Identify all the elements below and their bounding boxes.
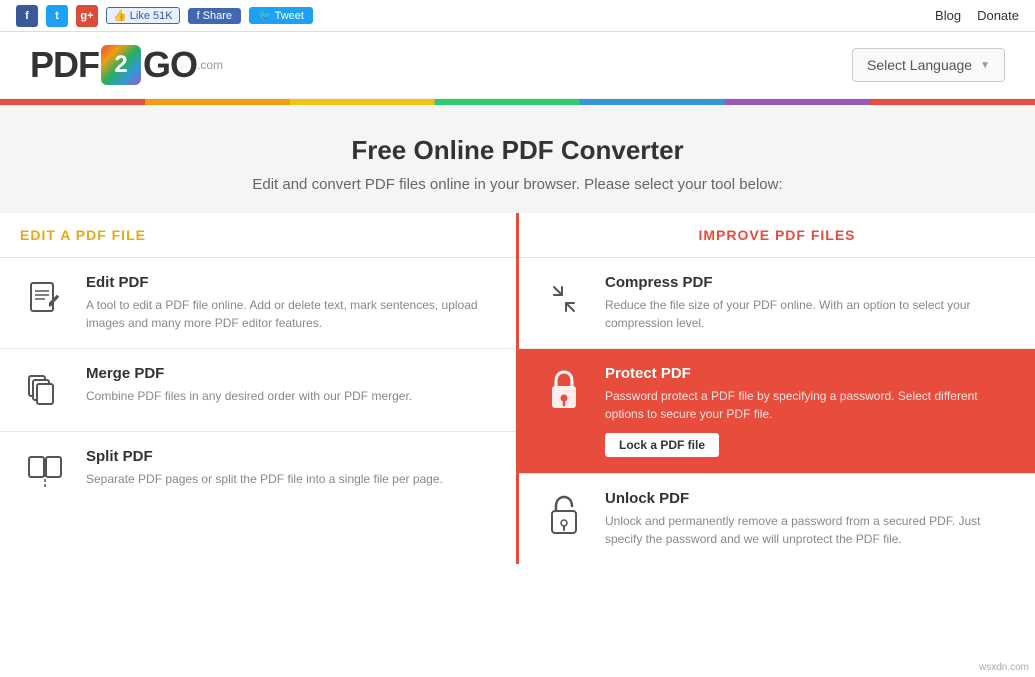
logo-number: 2 [101, 45, 141, 85]
logo: PDF 2 GO.com [30, 44, 223, 86]
select-language-button[interactable]: Select Language ▼ [852, 48, 1005, 82]
header: PDF 2 GO.com Select Language ▼ [0, 32, 1035, 99]
split-pdf-text: Split PDF Separate PDF pages or split th… [86, 448, 443, 488]
edit-pdf-header: EDIT A PDF FILE [0, 213, 516, 257]
logo-pdf-text: PDF [30, 44, 99, 86]
select-language-label: Select Language [867, 57, 972, 73]
googleplus-icon[interactable]: g+ [76, 5, 98, 27]
split-pdf-desc: Separate PDF pages or split the PDF file… [86, 470, 443, 488]
top-bar: f t g+ 👍 Like 51K f Share 🐦 Tweet Blog D… [0, 0, 1035, 32]
edit-pdf-text: Edit PDF A tool to edit a PDF file onlin… [86, 274, 496, 332]
compress-pdf-item[interactable]: Compress PDF Reduce the file size of you… [519, 257, 1035, 348]
compress-pdf-title: Compress PDF [605, 274, 1015, 291]
compress-pdf-desc: Reduce the file size of your PDF online.… [605, 296, 1015, 332]
hero-section: Free Online PDF Converter Edit and conve… [0, 105, 1035, 213]
protect-pdf-item[interactable]: Protect PDF Password protect a PDF file … [519, 348, 1035, 473]
twitter-tweet-button[interactable]: 🐦 Tweet [249, 7, 313, 24]
protect-pdf-text: Protect PDF Password protect a PDF file … [605, 365, 1015, 457]
hero-title: Free Online PDF Converter [20, 135, 1015, 166]
facebook-like-button[interactable]: 👍 Like 51K [106, 7, 180, 24]
donate-link[interactable]: Donate [977, 8, 1019, 23]
merge-pdf-item[interactable]: Merge PDF Combine PDF files in any desir… [0, 348, 516, 431]
twitter-tweet-label: 🐦 Tweet [258, 9, 304, 22]
edit-pdf-column: EDIT A PDF FILE Edit PDF A tool to edit … [0, 213, 519, 564]
unlock-pdf-title: Unlock PDF [605, 490, 1015, 507]
unlock-pdf-icon [539, 490, 589, 540]
unlock-pdf-text: Unlock PDF Unlock and permanently remove… [605, 490, 1015, 548]
edit-pdf-title: Edit PDF [86, 274, 496, 291]
logo-go-text: GO [143, 44, 197, 86]
main-content: EDIT A PDF FILE Edit PDF A tool to edit … [0, 213, 1035, 564]
edit-pdf-icon [20, 274, 70, 324]
edit-pdf-item[interactable]: Edit PDF A tool to edit a PDF file onlin… [0, 257, 516, 348]
twitter-icon[interactable]: t [46, 5, 68, 27]
split-pdf-title: Split PDF [86, 448, 443, 465]
split-pdf-icon [20, 448, 70, 498]
lock-pdf-button[interactable]: Lock a PDF file [605, 433, 719, 457]
blog-link[interactable]: Blog [935, 8, 961, 23]
social-buttons: f t g+ 👍 Like 51K f Share 🐦 Tweet [16, 5, 313, 27]
split-pdf-item[interactable]: Split PDF Separate PDF pages or split th… [0, 431, 516, 514]
protect-pdf-desc: Password protect a PDF file by specifyin… [605, 387, 1015, 423]
protect-pdf-icon [539, 365, 589, 415]
hero-subtitle: Edit and convert PDF files online in you… [20, 176, 1015, 193]
edit-pdf-desc: A tool to edit a PDF file online. Add or… [86, 296, 496, 332]
merge-pdf-desc: Combine PDF files in any desired order w… [86, 387, 412, 405]
improve-pdf-column: IMPROVE PDF FILES Compress PDF Reduce th… [519, 213, 1035, 564]
facebook-share-button[interactable]: f Share [188, 8, 241, 24]
unlock-pdf-item[interactable]: Unlock PDF Unlock and permanently remove… [519, 473, 1035, 564]
top-nav: Blog Donate [935, 8, 1019, 23]
merge-pdf-title: Merge PDF [86, 365, 412, 382]
merge-pdf-text: Merge PDF Combine PDF files in any desir… [86, 365, 412, 405]
unlock-pdf-desc: Unlock and permanently remove a password… [605, 512, 1015, 548]
dropdown-caret-icon: ▼ [980, 60, 990, 71]
merge-pdf-icon [20, 365, 70, 415]
facebook-like-label: 👍 Like 51K [113, 9, 173, 22]
facebook-share-label: f Share [197, 10, 232, 22]
improve-pdf-header: IMPROVE PDF FILES [519, 213, 1035, 257]
compress-pdf-icon [539, 274, 589, 324]
watermark: wsxdn.com [979, 662, 1029, 673]
protect-pdf-title: Protect PDF [605, 365, 1015, 382]
logo-com-text: .com [197, 58, 223, 72]
facebook-icon[interactable]: f [16, 5, 38, 27]
compress-pdf-text: Compress PDF Reduce the file size of you… [605, 274, 1015, 332]
